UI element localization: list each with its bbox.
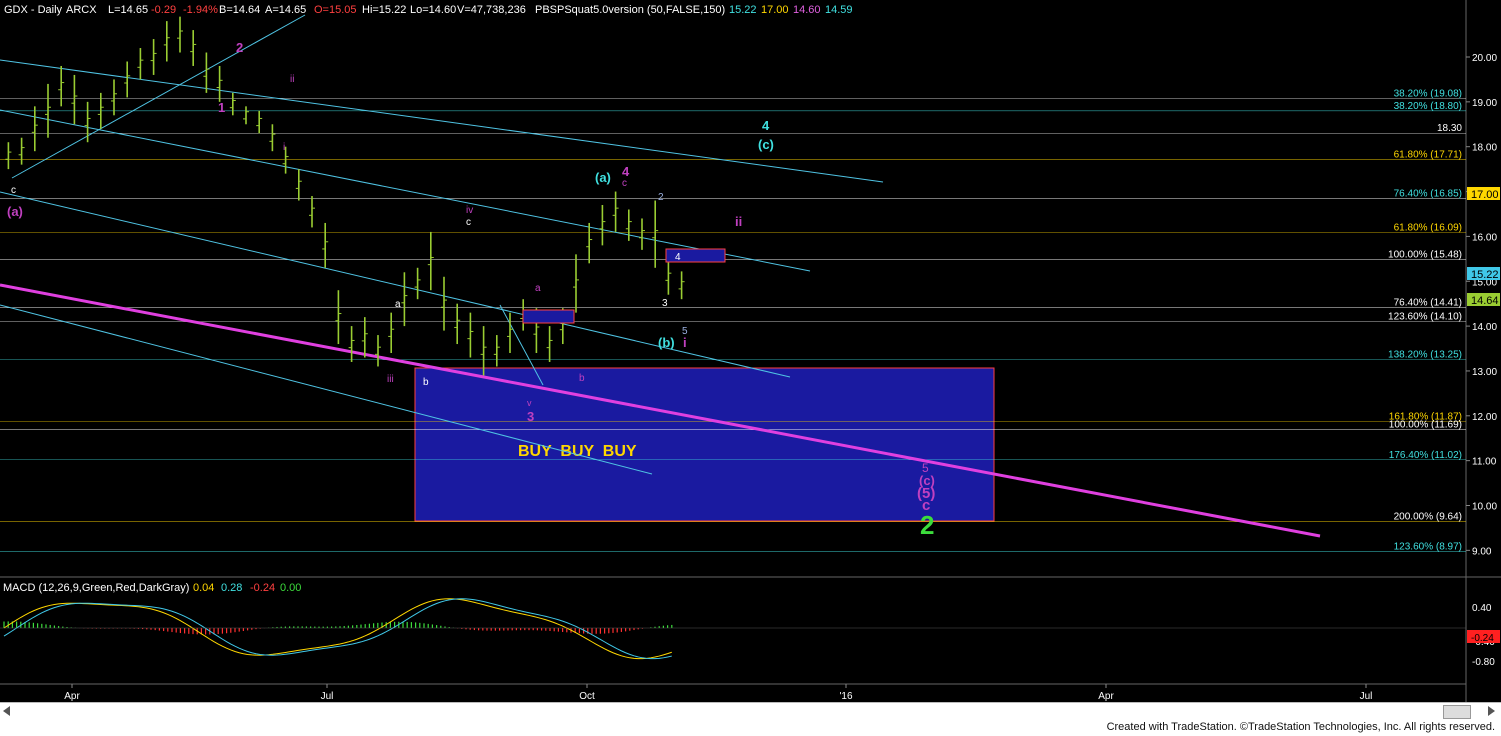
- price-chart: GDX - Daily ARCX L=14.65 -0.29 -1.94% B=…: [0, 0, 1501, 702]
- time-tick-label: Apr: [1098, 691, 1114, 702]
- time-tick-label: Jul: [321, 691, 334, 702]
- wave-label: (a): [7, 204, 23, 219]
- chart-exchange: ARCX: [66, 4, 97, 16]
- chart-volume: V=47,738,236: [457, 4, 526, 16]
- wave-label: c: [622, 178, 627, 189]
- fib-level-label: 176.40% (11.02): [1389, 450, 1462, 461]
- wave-label: c: [466, 217, 471, 228]
- fib-level-label: 18.30: [1437, 123, 1462, 134]
- price-tag-1522-label: 15.22: [1471, 269, 1499, 281]
- wave-label: (c): [758, 137, 774, 152]
- chart-bid: B=14.64: [219, 4, 260, 16]
- macd-title: MACD (12,26,9,Green,Red,DarkGray): [3, 582, 189, 594]
- chart-last: L=14.65: [108, 4, 148, 16]
- buy-zone-box: [414, 367, 995, 522]
- macd-tag-label: -0.24: [1471, 633, 1494, 644]
- chart-change: -0.29: [151, 4, 176, 16]
- fib-level-label: 61.80% (17.71): [1394, 150, 1462, 161]
- footer: Created with TradeStation. ©TradeStation…: [0, 720, 1501, 736]
- wave-label: 4: [675, 252, 681, 263]
- macd-axis-label: -0.80: [1472, 657, 1495, 668]
- chart-high: Hi=15.22: [362, 4, 406, 16]
- wave-label: 1: [218, 100, 225, 115]
- wave-label: v: [527, 398, 532, 408]
- wave-label: 3: [662, 298, 668, 309]
- footer-credit: Created with TradeStation. ©TradeStation…: [1106, 721, 1495, 733]
- wave-label: 2: [236, 40, 243, 55]
- chart-ask: A=14.65: [265, 4, 306, 16]
- wave-label: a: [395, 299, 401, 310]
- wave-label: b: [423, 377, 429, 388]
- macd-val-2: 0.28: [221, 582, 242, 594]
- chart-low: Lo=14.60: [410, 4, 456, 16]
- price-tag-17-label: 17.00: [1471, 189, 1499, 201]
- price-tick-label: 11.00: [1472, 457, 1497, 468]
- fib-level-label: 38.20% (18.80): [1394, 101, 1462, 112]
- fib-level-label: 100.00% (11.69): [1389, 420, 1462, 431]
- wave-label: iii: [387, 374, 394, 385]
- fib-level-label: 38.20% (19.08): [1394, 88, 1462, 99]
- chart-open: O=15.05: [314, 4, 357, 16]
- macd-val-3: -0.24: [250, 582, 275, 594]
- wave-label: ii: [290, 74, 294, 85]
- time-tick-label: Oct: [579, 691, 595, 702]
- fib-level-label: 200.00% (9.64): [1394, 512, 1462, 523]
- wave-label: i: [283, 142, 285, 153]
- price-tick-label: 12.00: [1472, 412, 1497, 423]
- price-tick-label: 18.00: [1472, 143, 1497, 154]
- wave-label: (a): [595, 170, 611, 185]
- fib-level-label: 76.40% (14.41): [1394, 298, 1462, 309]
- wave-label: iv: [466, 205, 473, 216]
- wave-label: 4: [622, 164, 630, 179]
- chart-indicator: PBSPSquat5.0version (50,FALSE,150): [535, 4, 725, 16]
- wave-label: b: [579, 373, 585, 384]
- ind-val-4: 14.59: [825, 4, 853, 16]
- wave-b-box: [522, 309, 575, 324]
- price-tick-label: 13.00: [1472, 367, 1497, 378]
- price-tag-1464-label: 14.64: [1471, 295, 1499, 307]
- price-tick-label: 14.00: [1472, 322, 1497, 333]
- time-tick-label: Jul: [1360, 691, 1373, 702]
- macd-val-4: 0.00: [280, 582, 301, 594]
- wave-label: ii: [735, 214, 742, 229]
- fib-level-label: 76.40% (16.85): [1394, 188, 1462, 199]
- price-tick-label: 9.00: [1472, 546, 1492, 557]
- horizontal-scrollbar[interactable]: [0, 702, 1501, 721]
- scroll-right-arrow-icon[interactable]: [1488, 706, 1495, 716]
- ind-val-3: 14.60: [793, 4, 821, 16]
- chart-change-pct: -1.94%: [183, 4, 218, 16]
- time-tick-label: '16: [839, 691, 852, 702]
- wave-label: 2: [658, 192, 664, 203]
- wave-label: 2: [920, 510, 934, 540]
- fib-level-label: 138.20% (13.25): [1388, 350, 1462, 361]
- ind-val-1: 15.22: [729, 4, 757, 16]
- macd-axis-label: 0.40: [1472, 603, 1492, 614]
- ind-val-2: 17.00: [761, 4, 789, 16]
- fib-level-label: 123.60% (8.97): [1394, 542, 1462, 553]
- time-tick-label: Apr: [64, 691, 80, 702]
- wave-label: a: [535, 283, 541, 294]
- scroll-thumb[interactable]: [1443, 705, 1471, 719]
- buy-text: BUY BUY BUY: [518, 443, 637, 460]
- wave-label: i: [683, 335, 687, 350]
- wave-label: 4: [762, 118, 770, 133]
- price-tick-label: 19.00: [1472, 98, 1497, 109]
- fib-level-label: 61.80% (16.09): [1394, 222, 1462, 233]
- macd-val-1: 0.04: [193, 582, 214, 594]
- price-tick-label: 10.00: [1472, 502, 1497, 513]
- price-tick-label: 16.00: [1472, 232, 1497, 243]
- wave-label: c: [11, 185, 16, 196]
- fib-level-label: 123.60% (14.10): [1388, 312, 1462, 323]
- wave-label: (b): [658, 335, 675, 350]
- fib-level-label: 100.00% (15.48): [1388, 250, 1462, 261]
- price-tick-label: 20.00: [1472, 53, 1497, 64]
- chart-symbol: GDX - Daily: [4, 4, 63, 16]
- scroll-left-arrow-icon[interactable]: [3, 706, 10, 716]
- wave-label: 3: [527, 409, 534, 424]
